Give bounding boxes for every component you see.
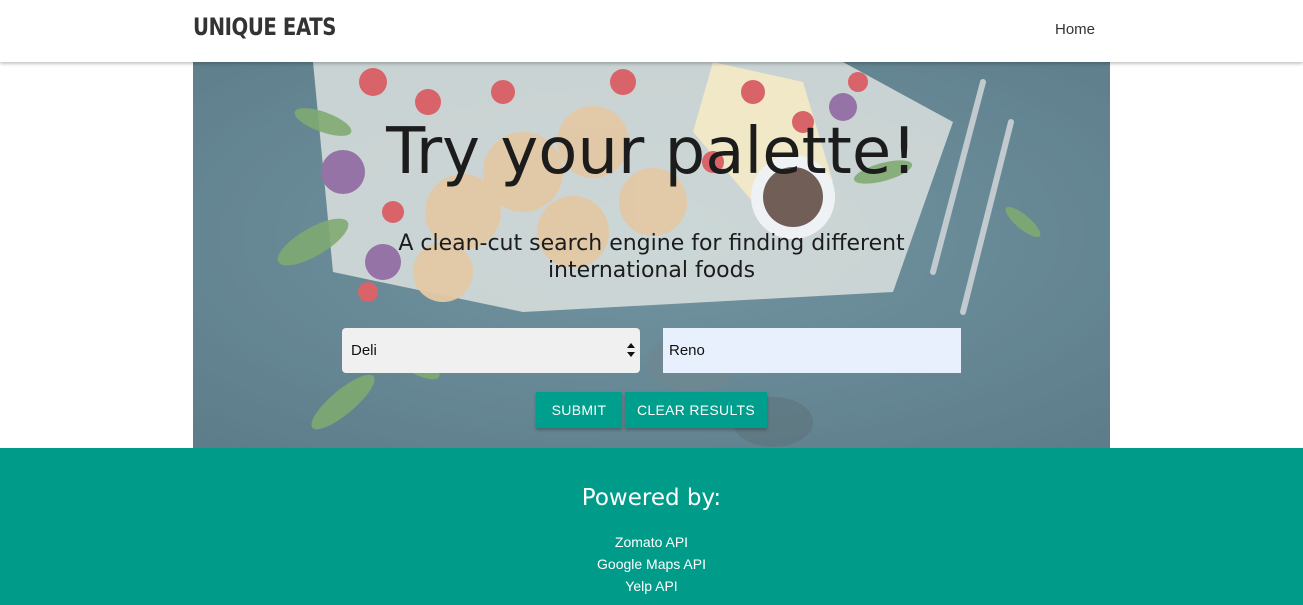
list-item: Zomato API [0,531,1303,553]
zomato-api-link[interactable]: Zomato API [615,534,688,550]
hero-subtitle: A clean-cut search engine for finding di… [398,231,905,283]
list-item: Yelp API [0,575,1303,597]
google-maps-api-link[interactable]: Google Maps API [597,556,706,572]
submit-button[interactable]: SUBMIT [536,392,622,428]
brand-logo[interactable]: UNIQUE EATS [193,13,336,41]
cuisine-select-value: Deli [351,342,377,359]
cuisine-select[interactable]: Deli [342,328,640,373]
footer: Powered by: Zomato API Google Maps API Y… [0,448,1303,605]
hero-title: Try your palette! [386,115,917,189]
hero-section: Try your palette! A clean-cut search eng… [193,62,1110,448]
updown-arrows-icon [627,343,635,357]
footer-title: Powered by: [581,485,722,511]
yelp-api-link[interactable]: Yelp API [625,578,677,594]
location-input[interactable] [663,328,961,373]
list-item: Google Maps API [0,553,1303,575]
navbar: UNIQUE EATS Home [0,0,1303,62]
powered-by-list: Zomato API Google Maps API Yelp API [0,531,1303,597]
nav-link-home[interactable]: Home [1055,21,1095,38]
clear-results-button[interactable]: CLEAR RESULTS [625,392,767,428]
